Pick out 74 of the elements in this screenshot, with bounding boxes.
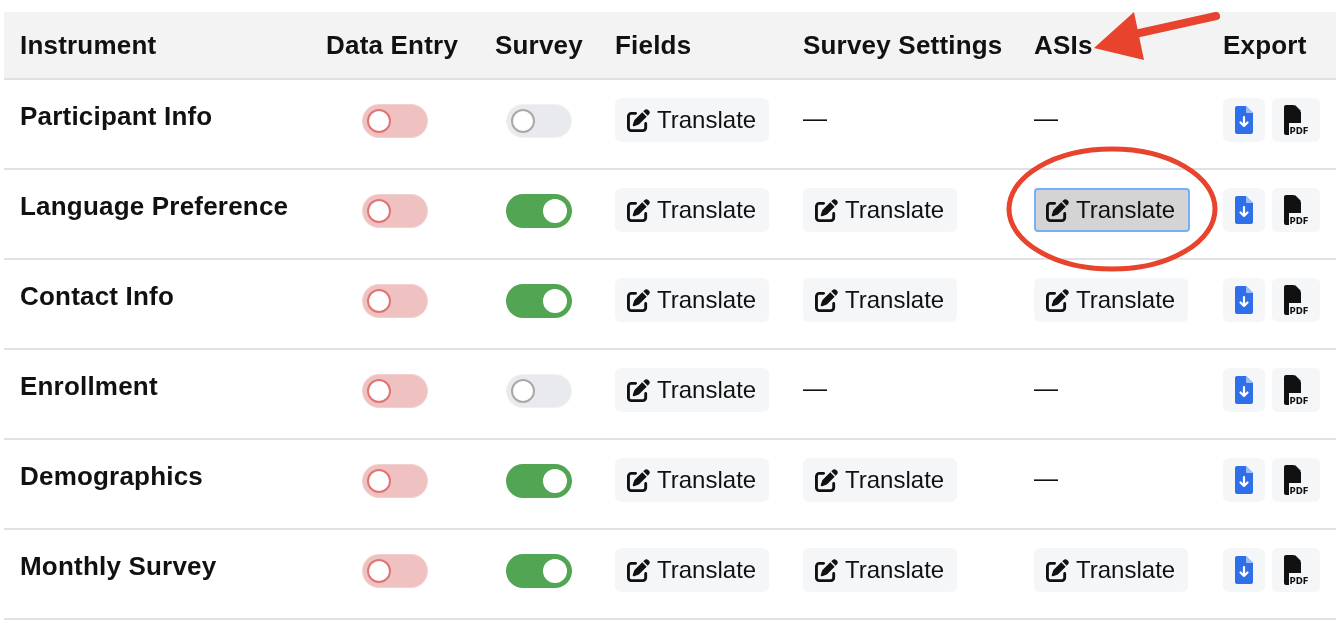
- file-download-icon: [1235, 376, 1253, 404]
- file-download-icon: [1235, 196, 1253, 224]
- edit-icon: [1046, 288, 1069, 312]
- column-header: Export: [1223, 29, 1307, 61]
- instrument-name: Language Preference: [20, 190, 289, 222]
- column-header: Survey: [495, 29, 583, 61]
- column-header: ASIs: [1034, 29, 1093, 61]
- toggle-switch[interactable]: [507, 195, 571, 227]
- toggle-switch[interactable]: [362, 375, 427, 407]
- toggle-switch[interactable]: [507, 285, 571, 317]
- edit-icon: [815, 468, 838, 492]
- download-button[interactable]: [1223, 188, 1265, 232]
- empty-dash: —: [803, 103, 827, 133]
- empty-dash: —: [1034, 463, 1058, 493]
- toggle-switch[interactable]: [362, 465, 427, 497]
- edit-icon: [627, 558, 650, 582]
- translate-button[interactable]: Translate: [1034, 548, 1189, 592]
- file-download-icon: [1235, 286, 1253, 314]
- toggle-switch[interactable]: [362, 105, 427, 137]
- translate-button[interactable]: Translate: [803, 548, 958, 592]
- column-header: Fields: [615, 29, 692, 61]
- translate-button[interactable]: Translate: [803, 188, 958, 232]
- edit-icon: [627, 468, 650, 492]
- instrument-name: Contact Info: [20, 280, 175, 312]
- pdf-button[interactable]: PDF: [1272, 368, 1320, 412]
- edit-icon: [1046, 198, 1069, 222]
- toggle-switch[interactable]: [362, 285, 427, 317]
- toggle-switch[interactable]: [507, 105, 571, 137]
- column-header: Data Entry: [326, 29, 459, 61]
- translate-button[interactable]: Translate: [615, 98, 770, 142]
- edit-icon: [627, 378, 650, 402]
- download-button[interactable]: [1223, 548, 1265, 592]
- translate-button[interactable]: Translate: [1034, 278, 1189, 322]
- column-header: Instrument: [20, 29, 157, 61]
- translate-button[interactable]: Translate: [1034, 188, 1191, 232]
- toggle-switch[interactable]: [507, 555, 571, 587]
- toggle-switch[interactable]: [362, 195, 427, 227]
- translate-button[interactable]: Translate: [803, 278, 958, 322]
- file-download-icon: [1235, 106, 1253, 134]
- pdf-button[interactable]: PDF: [1272, 278, 1320, 322]
- download-button[interactable]: [1223, 368, 1265, 412]
- edit-icon: [815, 198, 838, 222]
- file-download-icon: [1235, 556, 1253, 584]
- file-download-icon: [1235, 466, 1253, 494]
- edit-icon: [1046, 558, 1069, 582]
- pdf-button[interactable]: PDF: [1272, 188, 1320, 232]
- toggle-switch[interactable]: [507, 465, 571, 497]
- instrument-name: Participant Info: [20, 100, 213, 132]
- column-header: Survey Settings: [803, 29, 1003, 61]
- translate-button[interactable]: Translate: [615, 188, 770, 232]
- instrument-name: Monthly Survey: [20, 550, 217, 582]
- edit-icon: [815, 288, 838, 312]
- translate-button[interactable]: Translate: [803, 458, 958, 502]
- toggle-switch[interactable]: [362, 555, 427, 587]
- pdf-button[interactable]: PDF: [1272, 548, 1320, 592]
- translate-button[interactable]: Translate: [615, 278, 770, 322]
- empty-dash: —: [803, 373, 827, 403]
- edit-icon: [627, 288, 650, 312]
- instrument-name: Enrollment: [20, 370, 158, 402]
- translate-button[interactable]: Translate: [615, 548, 770, 592]
- download-button[interactable]: [1223, 458, 1265, 502]
- pdf-button[interactable]: PDF: [1272, 458, 1320, 502]
- pdf-button[interactable]: PDF: [1272, 98, 1320, 142]
- empty-dash: —: [1034, 103, 1058, 133]
- edit-icon: [815, 558, 838, 582]
- instrument-name: Demographics: [20, 460, 203, 492]
- download-button[interactable]: [1223, 278, 1265, 322]
- toggle-switch[interactable]: [507, 375, 571, 407]
- translate-button[interactable]: Translate: [615, 368, 770, 412]
- translate-button[interactable]: Translate: [615, 458, 770, 502]
- edit-icon: [627, 108, 650, 132]
- download-button[interactable]: [1223, 98, 1265, 142]
- empty-dash: —: [1034, 373, 1058, 403]
- edit-icon: [627, 198, 650, 222]
